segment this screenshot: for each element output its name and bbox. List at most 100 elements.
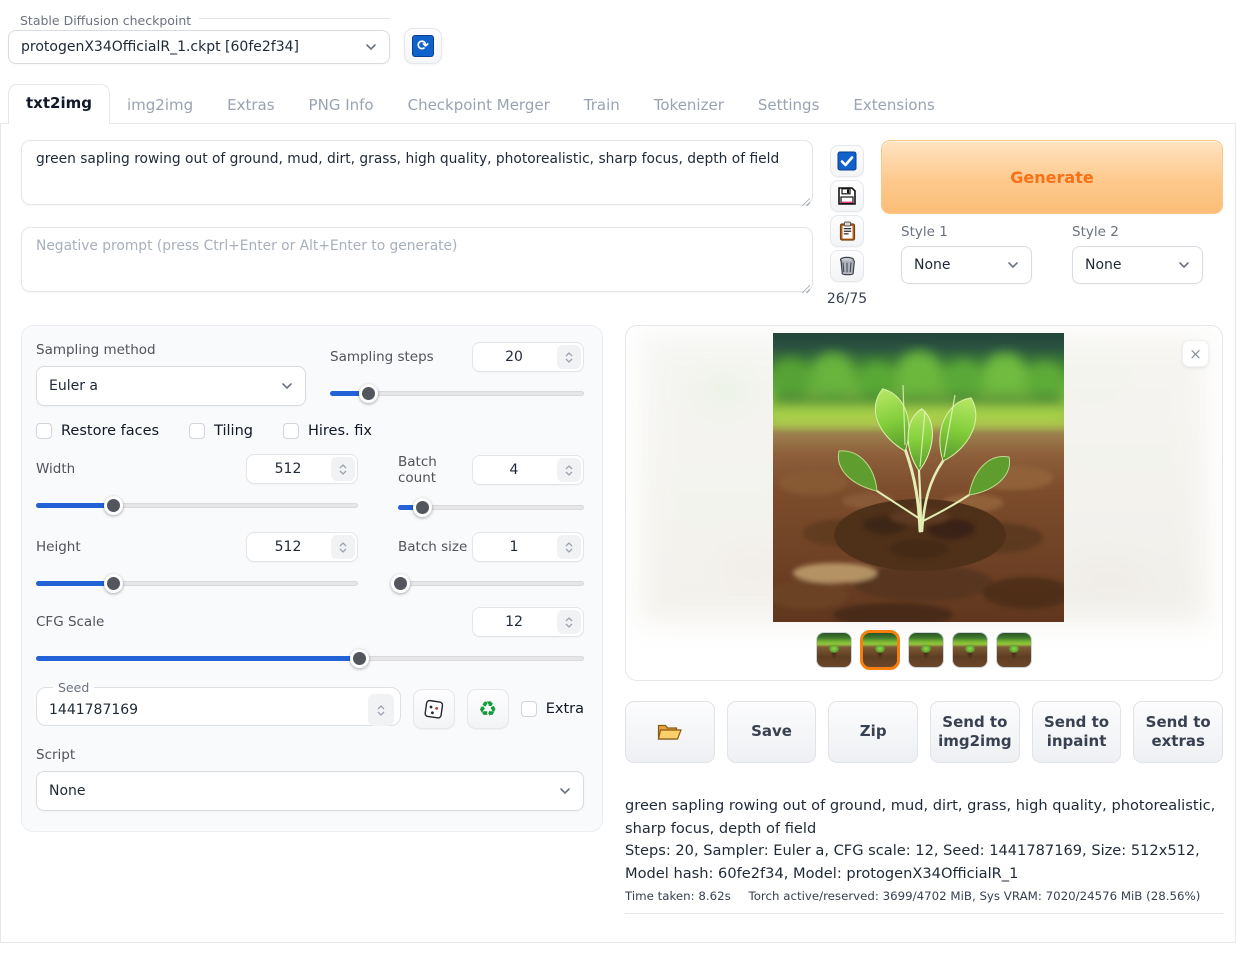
generate-button[interactable]: Generate (881, 140, 1223, 214)
zip-button[interactable]: Zip (828, 701, 918, 763)
tab-tokenizer[interactable]: Tokenizer (637, 87, 741, 123)
tab-settings[interactable]: Settings (741, 87, 837, 123)
sampling-steps-slider[interactable] (330, 384, 584, 402)
hires-fix-label: Hires. fix (308, 423, 372, 439)
tiling-checkbox[interactable]: Tiling (189, 423, 253, 439)
sampling-steps-value[interactable] (473, 349, 555, 365)
gallery-thumbnail-2-selected[interactable] (860, 630, 900, 670)
output-prompt-text: green sapling rowing out of ground, mud,… (625, 795, 1223, 840)
checkpoint-label: Stable Diffusion checkpoint (10, 13, 199, 28)
txt2img-panel: green sapling rowing out of ground, mud,… (0, 124, 1236, 943)
extra-seed-checkbox[interactable]: Extra (521, 701, 584, 717)
tab-extensions[interactable]: Extensions (836, 87, 951, 123)
checkbox-icon (521, 701, 537, 717)
random-seed-button[interactable] (413, 689, 455, 729)
style1-label: Style 1 (901, 224, 1032, 240)
refresh-icon: ⟳ (412, 35, 434, 57)
batch-count-slider[interactable] (398, 498, 584, 516)
chevron-down-icon (365, 41, 377, 53)
stepper-arrows[interactable] (331, 457, 355, 481)
gallery-thumbnail-4[interactable] (952, 632, 988, 668)
cfg-scale-value[interactable] (473, 614, 555, 630)
gallery-thumbnail-3[interactable] (908, 632, 944, 668)
checkbox-icon (283, 423, 299, 439)
width-label: Width (36, 461, 246, 477)
interrogate-button[interactable] (830, 145, 864, 177)
generated-image[interactable] (773, 333, 1064, 622)
restore-faces-checkbox[interactable]: Restore faces (36, 423, 159, 439)
style1-dropdown[interactable]: None (901, 246, 1032, 284)
batch-count-value[interactable] (473, 462, 555, 478)
checkpoint-dropdown[interactable]: protogenX34OfficialR_1.ckpt [60fe2f34] (8, 30, 390, 64)
output-params-text: Steps: 20, Sampler: Euler a, CFG scale: … (625, 840, 1223, 885)
stepper-arrows[interactable] (368, 694, 394, 726)
close-icon: × (1189, 345, 1202, 363)
hires-fix-checkbox[interactable]: Hires. fix (283, 423, 372, 439)
height-label: Height (36, 539, 246, 555)
height-slider[interactable] (36, 574, 358, 592)
top-bar: Stable Diffusion checkpoint protogenX34O… (0, 0, 1236, 64)
check-icon (837, 151, 857, 171)
chevron-down-icon (281, 380, 293, 392)
batch-size-slider[interactable] (398, 574, 584, 592)
tiling-label: Tiling (214, 423, 253, 439)
save-button[interactable]: Save (727, 701, 817, 763)
width-value[interactable] (247, 461, 329, 477)
script-dropdown[interactable]: None (36, 771, 584, 811)
send-to-img2img-button[interactable]: Send to img2img (930, 701, 1020, 763)
style2-dropdown[interactable]: None (1072, 246, 1203, 284)
prompt-input[interactable]: green sapling rowing out of ground, mud,… (21, 140, 813, 205)
time-taken: Time taken: 8.62s (625, 889, 731, 903)
sampling-method-dropdown[interactable]: Euler a (36, 366, 306, 406)
sampling-steps-input (472, 342, 584, 372)
floppy-disk-icon (837, 186, 857, 206)
tab-png-info[interactable]: PNG Info (292, 87, 391, 123)
save-style-button[interactable] (830, 180, 864, 212)
checkpoint-selector-block: Stable Diffusion checkpoint protogenX34O… (8, 10, 390, 64)
chevron-down-icon (1178, 259, 1190, 271)
cfg-scale-input (472, 607, 584, 637)
dice-icon (423, 699, 444, 720)
batch-size-input (472, 532, 584, 562)
chevron-down-icon (1007, 259, 1019, 271)
refresh-checkpoints-button[interactable]: ⟳ (404, 28, 442, 64)
token-counter: 26/75 (827, 291, 867, 307)
checkpoint-value: protogenX34OfficialR_1.ckpt [60fe2f34] (21, 39, 365, 55)
gallery-thumbnail-1[interactable] (816, 632, 852, 668)
stepper-arrows[interactable] (557, 458, 581, 482)
send-to-extras-button[interactable]: Send to extras (1133, 701, 1223, 763)
send-to-inpaint-button[interactable]: Send to inpaint (1032, 701, 1122, 763)
tab-checkpoint-merger[interactable]: Checkpoint Merger (391, 87, 567, 123)
width-slider[interactable] (36, 496, 358, 514)
gallery-thumbnail-5[interactable] (996, 632, 1032, 668)
tab-img2img[interactable]: img2img (110, 87, 210, 123)
height-value[interactable] (247, 539, 329, 555)
negative-prompt-input[interactable] (21, 227, 813, 292)
paste-button[interactable] (830, 215, 864, 247)
stepper-arrows[interactable] (557, 610, 581, 634)
stepper-arrows[interactable] (557, 345, 581, 369)
script-value: None (49, 783, 559, 799)
tab-extras[interactable]: Extras (210, 87, 291, 123)
open-folder-button[interactable] (625, 701, 715, 763)
seed-input[interactable] (49, 702, 366, 718)
tab-txt2img[interactable]: txt2img (8, 84, 110, 124)
checkbox-icon (36, 423, 52, 439)
prompt-block: green sapling rowing out of ground, mud,… (21, 140, 813, 209)
folder-icon (657, 722, 683, 742)
chevron-down-icon (559, 785, 571, 797)
stepper-arrows[interactable] (557, 535, 581, 559)
tab-train[interactable]: Train (567, 87, 637, 123)
batch-count-input (472, 455, 584, 485)
style2-label: Style 2 (1072, 224, 1203, 240)
reuse-seed-button[interactable]: ♻ (467, 689, 509, 729)
cfg-scale-slider[interactable] (36, 649, 584, 667)
stepper-arrows[interactable] (331, 535, 355, 559)
style1-value: None (914, 257, 1007, 273)
extra-label: Extra (546, 701, 584, 717)
batch-size-value[interactable] (473, 539, 555, 555)
height-input (246, 532, 358, 562)
close-gallery-button[interactable]: × (1182, 340, 1209, 367)
clear-prompt-button[interactable] (830, 250, 864, 282)
main-tabs: txt2img img2img Extras PNG Info Checkpoi… (0, 84, 1236, 124)
